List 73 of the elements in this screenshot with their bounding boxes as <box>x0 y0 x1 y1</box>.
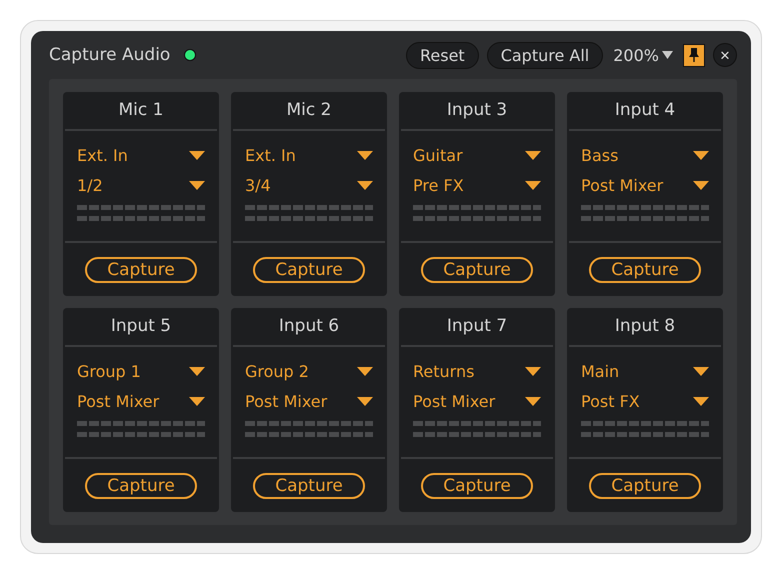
caret-icon <box>525 366 541 376</box>
tap-value: Post FX <box>581 392 640 410</box>
channel-name: Input 4 <box>569 92 721 131</box>
caret-icon <box>357 150 373 160</box>
source-value: Ext. In <box>245 146 296 164</box>
source-value: Bass <box>581 146 618 164</box>
tap-dropdown[interactable]: Post Mixer <box>581 173 709 197</box>
tap-dropdown[interactable]: Post Mixer <box>245 389 373 413</box>
channel-name: Input 3 <box>401 92 553 131</box>
tap-value: Pre FX <box>413 176 464 194</box>
source-dropdown[interactable]: Group 2 <box>245 359 373 383</box>
caret-icon <box>693 396 709 406</box>
tap-dropdown[interactable]: 1/2 <box>77 173 205 197</box>
capture-button[interactable]: Capture <box>253 472 365 498</box>
channel-name: Input 6 <box>233 308 385 347</box>
source-dropdown[interactable]: Bass <box>581 143 709 167</box>
toolbar-button[interactable]: Reset <box>406 42 479 68</box>
capture-button[interactable]: Capture <box>589 472 701 498</box>
channel-name: Input 8 <box>569 308 721 347</box>
tap-dropdown[interactable]: 3/4 <box>245 173 373 197</box>
caret-icon <box>525 396 541 406</box>
toolbar-button[interactable]: Capture All <box>486 42 604 68</box>
capture-button[interactable]: Capture <box>421 472 533 498</box>
caret-icon <box>525 150 541 160</box>
capture-button[interactable]: Capture <box>421 256 533 282</box>
caret-icon <box>189 396 205 406</box>
source-value: Returns <box>413 362 474 380</box>
source-dropdown[interactable]: Ext. In <box>245 143 373 167</box>
source-value: Group 1 <box>77 362 141 380</box>
source-dropdown[interactable]: Ext. In <box>77 143 205 167</box>
capture-button[interactable]: Capture <box>85 256 197 282</box>
source-value: Main <box>581 362 620 380</box>
zoom-dropdown[interactable]: 200% <box>611 46 675 64</box>
caret-icon <box>189 180 205 190</box>
caret-icon <box>662 51 673 59</box>
source-value: Ext. In <box>77 146 128 164</box>
channel-name: Mic 1 <box>65 92 217 131</box>
window-title: Capture Audio <box>49 45 170 65</box>
caret-icon <box>693 180 709 190</box>
tap-value: Post Mixer <box>245 392 328 410</box>
channel-name: Mic 2 <box>233 92 385 131</box>
pin-icon <box>688 47 700 63</box>
close-button[interactable]: × <box>713 43 737 67</box>
source-dropdown[interactable]: Group 1 <box>77 359 205 383</box>
channel-name: Input 7 <box>401 308 553 347</box>
caret-icon <box>693 150 709 160</box>
source-value: Group 2 <box>245 362 309 380</box>
caret-icon <box>693 366 709 376</box>
tap-value: Post Mixer <box>413 392 496 410</box>
pin-button[interactable] <box>683 44 705 66</box>
zoom-value: 200% <box>613 46 659 64</box>
tap-dropdown[interactable]: Post Mixer <box>413 389 541 413</box>
caret-icon <box>189 366 205 376</box>
tap-value: 1/2 <box>77 176 103 194</box>
caret-icon <box>525 180 541 190</box>
caret-icon <box>357 396 373 406</box>
caret-icon <box>189 150 205 160</box>
source-dropdown[interactable]: Guitar <box>413 143 541 167</box>
capture-button[interactable]: Capture <box>589 256 701 282</box>
tap-dropdown[interactable]: Post FX <box>581 389 709 413</box>
tap-dropdown[interactable]: Post Mixer <box>77 389 205 413</box>
source-dropdown[interactable]: Main <box>581 359 709 383</box>
tap-value: Post Mixer <box>581 176 664 194</box>
tap-value: Post Mixer <box>77 392 160 410</box>
caret-icon <box>357 366 373 376</box>
capture-button[interactable]: Capture <box>253 256 365 282</box>
source-value: Guitar <box>413 146 463 164</box>
tap-dropdown[interactable]: Pre FX <box>413 173 541 197</box>
channel-name: Input 5 <box>65 308 217 347</box>
tap-value: 3/4 <box>245 176 271 194</box>
source-dropdown[interactable]: Returns <box>413 359 541 383</box>
capture-button[interactable]: Capture <box>85 472 197 498</box>
caret-icon <box>357 180 373 190</box>
